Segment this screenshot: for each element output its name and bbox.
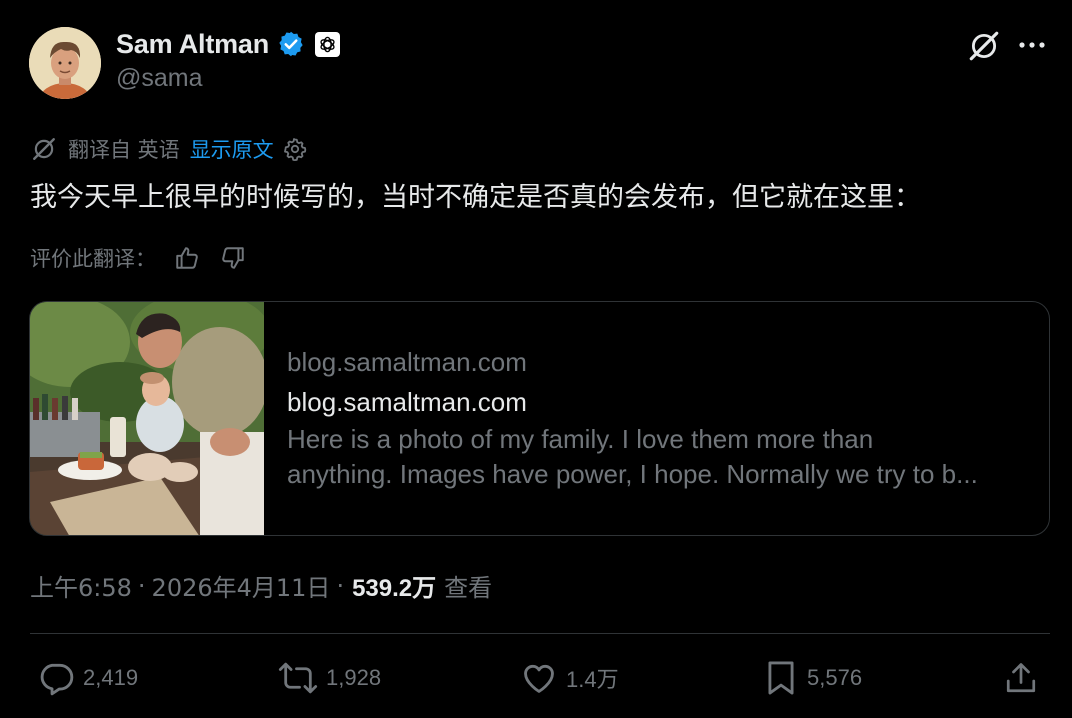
card-description-line-1: Here is a photo of my family. I love the…	[287, 424, 874, 454]
bookmark-count: 5,576	[807, 665, 863, 690]
like-count: 1.4万	[566, 667, 619, 692]
thumbs-up-icon[interactable]	[170, 241, 204, 275]
action-bar: 2,419 1,928 1.4万 5,576	[0, 656, 1072, 700]
card-body: blog.samaltman.com blog.samaltman.com He…	[264, 302, 1027, 535]
card-title: blog.samaltman.com	[287, 387, 527, 417]
gear-icon[interactable]	[282, 136, 308, 162]
share-icon	[1006, 663, 1036, 693]
heart-icon	[524, 664, 554, 693]
reply-icon	[40, 663, 74, 696]
show-original-link[interactable]: 显示原文	[190, 134, 274, 164]
reply-button[interactable]: 2,419	[37, 656, 138, 700]
openai-logo-icon[interactable]	[315, 31, 341, 57]
like-button[interactable]: 1.4万	[520, 656, 619, 700]
views-count: 539.2万	[352, 575, 437, 602]
thumbs-down-icon[interactable]	[216, 241, 250, 275]
repost-button[interactable]: 1,928	[278, 656, 381, 700]
card-image[interactable]	[30, 302, 264, 535]
card-domain: blog.samaltman.com	[287, 347, 527, 377]
author-name[interactable]: Sam Altman	[116, 29, 269, 60]
tweet-meta: 上午6:58 · 2026年4月11日 · 539.2万 查看	[30, 568, 492, 603]
grok-translate-icon	[30, 135, 58, 163]
link-card[interactable]: blog.samaltman.com blog.samaltman.com He…	[29, 301, 1050, 536]
grok-icon[interactable]	[966, 28, 1002, 64]
author-block: Sam Altman @sama	[116, 26, 341, 93]
translation-info: 翻译自 英语 显示原文	[30, 133, 308, 165]
rate-translation-label: 评价此翻译：	[30, 247, 156, 271]
rate-translation: 评价此翻译：	[30, 241, 250, 275]
card-description: Here is a photo of my family. I love the…	[287, 422, 1027, 492]
repost-icon	[278, 662, 318, 694]
card-description-line-2: anything. Images have power, I hope. Nor…	[287, 459, 978, 489]
meta-separator: ·	[336, 571, 345, 600]
reply-count: 2,419	[83, 665, 139, 690]
bookmark-icon	[768, 661, 794, 695]
views-label: 查看	[444, 574, 493, 602]
author-handle[interactable]: @sama	[116, 64, 340, 93]
translation-meta: 翻译自 英语	[68, 138, 180, 162]
divider	[30, 633, 1050, 634]
verified-badge-icon[interactable]	[277, 30, 305, 58]
tweet-date[interactable]: 2026年4月11日	[152, 568, 331, 603]
tweet-time[interactable]: 上午6:58	[30, 568, 132, 603]
repost-count: 1,928	[326, 665, 382, 690]
avatar[interactable]	[29, 27, 101, 99]
share-button[interactable]	[1003, 656, 1039, 700]
bookmark-button[interactable]: 5,576	[763, 656, 862, 700]
more-icon[interactable]	[1014, 30, 1050, 60]
meta-separator: ·	[137, 571, 146, 600]
tweet-text: 我今天早上很早的时候写的，当时不确定是否真的会发布，但它就在这里：	[30, 182, 921, 213]
